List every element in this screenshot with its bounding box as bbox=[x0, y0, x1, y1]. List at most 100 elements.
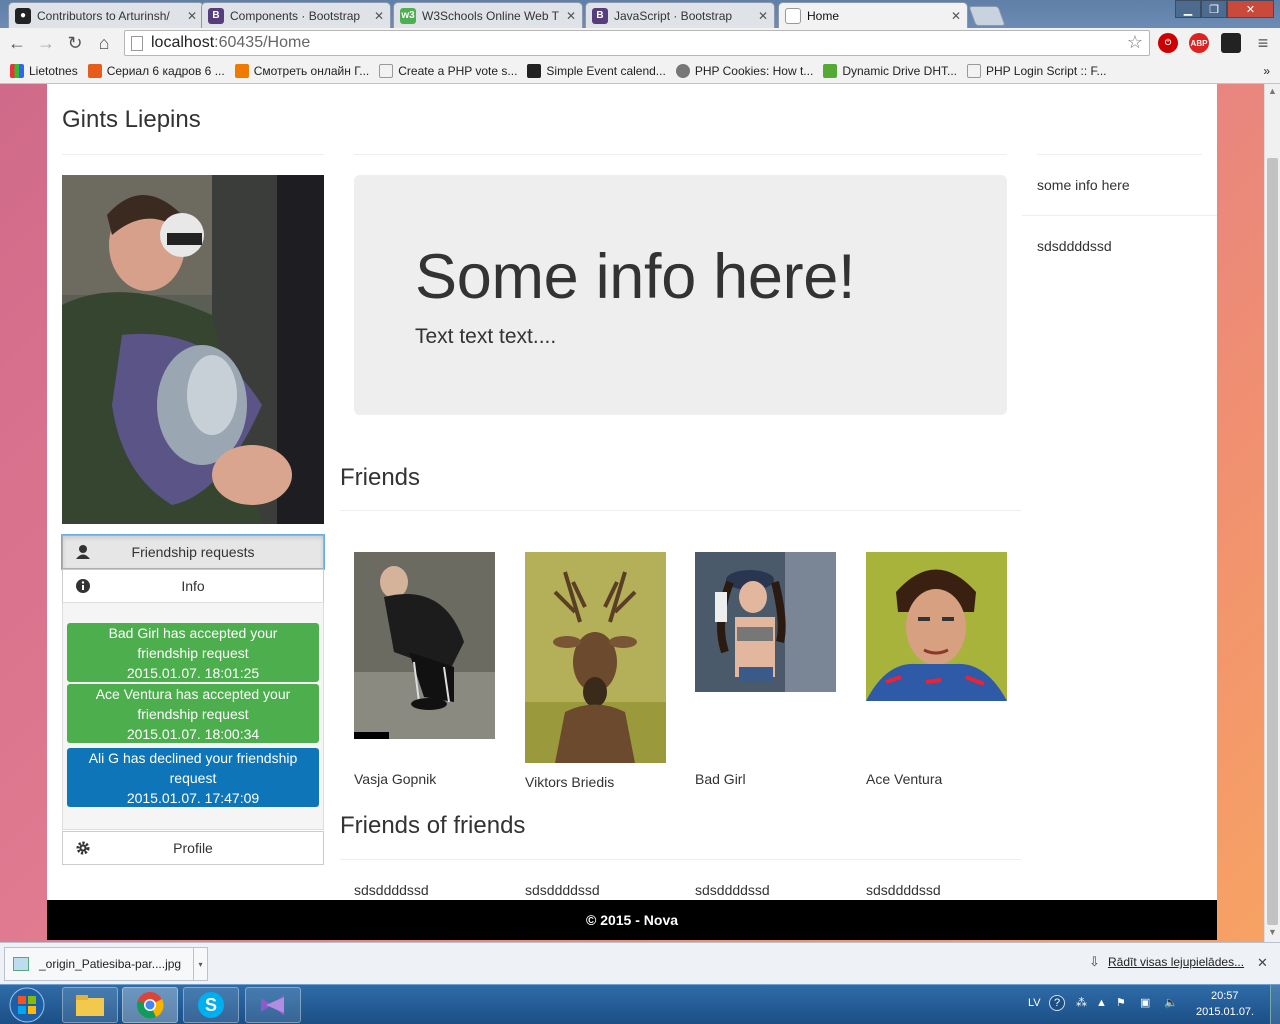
close-icon[interactable]: ✕ bbox=[187, 9, 197, 23]
home-icon[interactable]: ⌂ bbox=[93, 32, 115, 54]
tab-label: Contributors to Arturinsh/ bbox=[37, 8, 170, 23]
network-icon[interactable]: ▣ bbox=[1140, 996, 1150, 1009]
friend-card[interactable]: Bad Girl bbox=[695, 552, 836, 787]
close-icon[interactable]: ✕ bbox=[758, 9, 768, 23]
close-icon[interactable]: ✕ bbox=[1257, 955, 1268, 971]
fof-item[interactable]: sdsddddssd bbox=[525, 882, 600, 898]
explorer-icon[interactable] bbox=[62, 987, 118, 1023]
download-item[interactable]: _origin_Patiesiba-par....jpg ▾ bbox=[4, 947, 208, 981]
notifications-panel: Bad Girl has accepted your friendship re… bbox=[62, 602, 324, 830]
address-bar[interactable]: localhost:60435/Home ☆ bbox=[124, 30, 1150, 56]
bookmark-item[interactable]: Create a PHP vote s... bbox=[379, 63, 517, 78]
reload-icon[interactable]: ↻ bbox=[64, 32, 86, 54]
apps-icon bbox=[10, 63, 24, 78]
fof-item[interactable]: sdsddddssd bbox=[866, 882, 941, 898]
profile-photo bbox=[62, 175, 324, 524]
divider bbox=[340, 859, 1021, 860]
friend-photo[interactable] bbox=[695, 552, 836, 692]
bookmark-item[interactable]: Dynamic Drive DHT... bbox=[823, 63, 957, 78]
bootstrap-icon: B bbox=[208, 7, 224, 24]
tab-home[interactable]: Home ✕ bbox=[778, 2, 968, 28]
clock-date[interactable]: 2015.01.07. bbox=[1196, 1006, 1254, 1018]
star-icon[interactable]: ☆ bbox=[1127, 32, 1143, 53]
friend-photo[interactable] bbox=[866, 552, 1007, 701]
tab-w3schools[interactable]: w3 W3Schools Online Web T ✕ bbox=[393, 2, 583, 28]
help-icon[interactable]: ? bbox=[1049, 995, 1065, 1011]
stop-extension-icon[interactable]: ⏻ bbox=[1158, 33, 1178, 53]
friend-name[interactable]: Ace Ventura bbox=[866, 771, 942, 787]
show-hidden-icons[interactable]: ▲ bbox=[1096, 997, 1107, 1009]
bookmark-item[interactable]: PHP Cookies: How t... bbox=[675, 63, 813, 78]
language-indicator[interactable]: LV bbox=[1028, 997, 1041, 1009]
bookmark-icon bbox=[675, 63, 690, 78]
menu-icon[interactable]: ≡ bbox=[1252, 32, 1274, 54]
skype-icon[interactable]: S bbox=[183, 987, 239, 1023]
divider bbox=[340, 510, 1021, 511]
button-label: Friendship requests bbox=[131, 544, 255, 560]
chevron-down-icon[interactable]: ▾ bbox=[193, 948, 207, 980]
bookmark-item[interactable]: Simple Event calend... bbox=[527, 63, 666, 78]
friend-card[interactable]: Ace Ventura bbox=[866, 552, 1007, 787]
jumbotron-heading: Some info here! bbox=[415, 242, 856, 312]
back-icon[interactable]: ← bbox=[6, 32, 28, 54]
volume-icon[interactable]: 🔈 bbox=[1164, 996, 1178, 1009]
divider bbox=[1037, 154, 1202, 155]
extension-icon[interactable] bbox=[1221, 33, 1241, 53]
close-icon[interactable]: ✕ bbox=[951, 9, 961, 23]
page-container: Gints Liepins Friendship requests Info B… bbox=[47, 84, 1217, 900]
clock-time[interactable]: 20:57 bbox=[1211, 990, 1239, 1002]
start-button[interactable] bbox=[2, 986, 52, 1024]
keyboard-icon[interactable]: ⁂ bbox=[1076, 996, 1087, 1009]
tab-javascript[interactable]: B JavaScript · Bootstrap ✕ bbox=[585, 2, 775, 28]
visual-studio-icon[interactable] bbox=[245, 987, 301, 1023]
bookmark-apps[interactable]: Lietotnes bbox=[10, 63, 78, 78]
bookmark-item[interactable]: Смотреть онлайн Г... bbox=[234, 63, 369, 78]
friend-name[interactable]: Viktors Briedis bbox=[525, 774, 614, 790]
forward-icon[interactable]: → bbox=[35, 32, 57, 54]
show-all-downloads-link[interactable]: Rādīt visas lejupielādes... bbox=[1108, 955, 1244, 969]
chrome-icon[interactable] bbox=[122, 987, 178, 1023]
close-icon[interactable]: ✕ bbox=[566, 9, 576, 23]
tab-label: Components · Bootstrap bbox=[230, 8, 361, 23]
close-window-button[interactable]: ✕ bbox=[1227, 0, 1274, 18]
w3schools-icon: w3 bbox=[400, 7, 416, 24]
scroll-down-icon[interactable]: ▼ bbox=[1268, 927, 1277, 937]
friend-photo[interactable] bbox=[525, 552, 666, 763]
scroll-thumb[interactable] bbox=[1267, 158, 1278, 925]
footer-text: © 2015 - Nova bbox=[585, 912, 679, 928]
bootstrap-icon: B bbox=[592, 7, 608, 24]
restore-button[interactable]: ❐ bbox=[1201, 0, 1227, 18]
browser-toolbar: ← → ↻ ⌂ localhost:60435/Home ☆ ⏻ ABP ≡ bbox=[0, 28, 1280, 58]
svg-text:S: S bbox=[205, 995, 217, 1015]
bookmarks-bar: Lietotnes Сериал 6 кадров 6 ... Смотреть… bbox=[0, 58, 1280, 84]
info-button[interactable]: Info bbox=[62, 569, 324, 603]
friend-name[interactable]: Bad Girl bbox=[695, 771, 746, 787]
page-icon bbox=[967, 63, 981, 78]
bookmark-item[interactable]: Сериал 6 кадров 6 ... bbox=[87, 63, 225, 78]
friend-card[interactable]: Viktors Briedis bbox=[525, 552, 666, 790]
friend-name[interactable]: Vasja Gopnik bbox=[354, 771, 436, 787]
friendship-requests-button[interactable]: Friendship requests bbox=[61, 534, 325, 570]
friends-heading: Friends bbox=[340, 464, 421, 491]
tab-components[interactable]: B Components · Bootstrap ✕ bbox=[201, 2, 391, 28]
scroll-up-icon[interactable]: ▲ bbox=[1268, 86, 1277, 96]
fof-item[interactable]: sdsddddssd bbox=[354, 882, 429, 898]
page-scrollbar[interactable]: ▲ ▼ bbox=[1264, 84, 1280, 942]
flag-icon[interactable]: ⚑ bbox=[1116, 996, 1126, 1009]
friend-photo[interactable] bbox=[354, 552, 495, 739]
more-bookmarks-icon[interactable]: » bbox=[1263, 64, 1270, 78]
right-sidebar-item: sdsddddssd bbox=[1037, 238, 1112, 254]
page-icon bbox=[379, 63, 394, 78]
adblock-icon[interactable]: ABP bbox=[1189, 33, 1209, 53]
fof-item[interactable]: sdsddddssd bbox=[695, 882, 770, 898]
tab-contributors[interactable]: ● Contributors to Arturinsh/ ✕ bbox=[8, 2, 204, 28]
minimize-button[interactable]: ▁ bbox=[1175, 0, 1201, 18]
show-desktop-button[interactable] bbox=[1270, 985, 1280, 1024]
url-host: localhost bbox=[151, 34, 215, 51]
friend-card[interactable]: Vasja Gopnik bbox=[354, 552, 495, 787]
bookmark-item[interactable]: PHP Login Script :: F... bbox=[967, 63, 1107, 78]
info-icon bbox=[76, 579, 90, 593]
close-icon[interactable]: ✕ bbox=[374, 9, 384, 23]
profile-button[interactable]: Profile bbox=[62, 831, 324, 865]
new-tab-button[interactable] bbox=[968, 6, 1006, 26]
